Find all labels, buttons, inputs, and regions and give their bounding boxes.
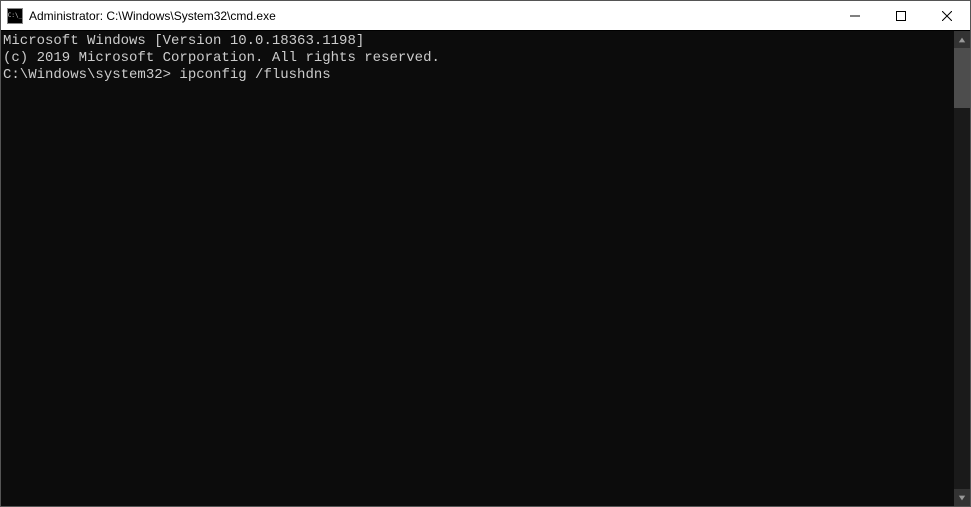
scroll-track[interactable] [954,48,970,489]
cursor [331,79,339,81]
scroll-up-arrow-icon[interactable] [954,31,970,48]
prompt: C:\Windows\system32> [3,67,171,84]
close-button[interactable] [924,1,970,30]
vertical-scrollbar[interactable] [954,31,970,506]
prompt-line: C:\Windows\system32> ipconfig /flushdns [3,67,954,84]
cmd-icon [7,8,23,24]
output-line: Microsoft Windows [Version 10.0.18363.11… [3,33,954,50]
client-area: Microsoft Windows [Version 10.0.18363.11… [1,31,970,506]
scroll-down-arrow-icon[interactable] [954,489,970,506]
cmd-window: Administrator: C:\Windows\System32\cmd.e… [0,0,971,507]
maximize-button[interactable] [878,1,924,30]
terminal-output[interactable]: Microsoft Windows [Version 10.0.18363.11… [1,31,954,506]
output-line: (c) 2019 Microsoft Corporation. All righ… [3,50,954,67]
minimize-button[interactable] [832,1,878,30]
window-title: Administrator: C:\Windows\System32\cmd.e… [29,9,832,23]
window-controls [832,1,970,30]
command-input[interactable]: ipconfig /flushdns [171,67,331,84]
titlebar[interactable]: Administrator: C:\Windows\System32\cmd.e… [1,1,970,31]
scroll-thumb[interactable] [954,48,970,108]
